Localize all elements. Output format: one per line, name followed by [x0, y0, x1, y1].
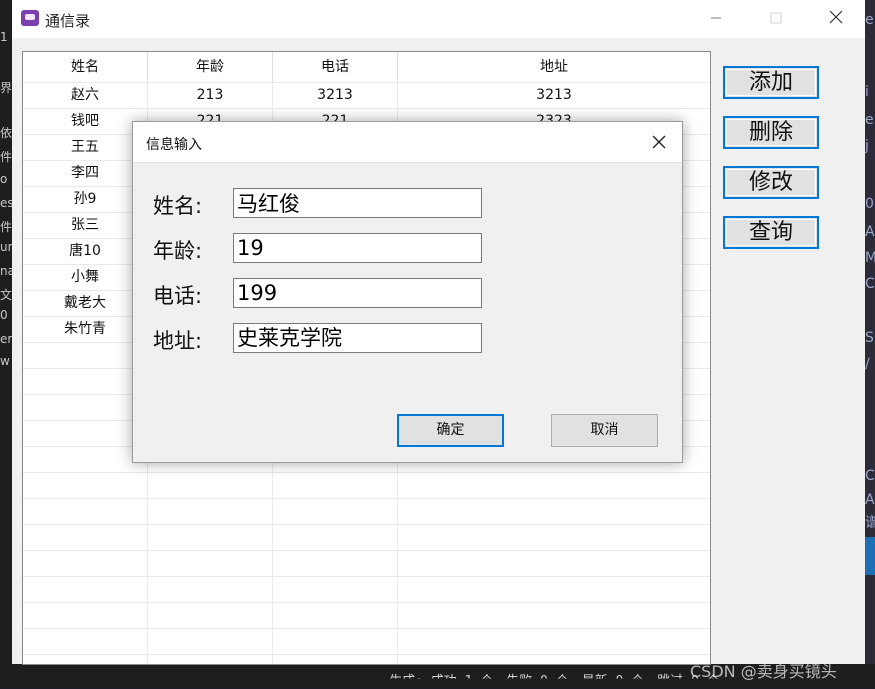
bg-fragment: er — [0, 332, 12, 346]
address-label: 地址: — [153, 329, 203, 353]
column-header-name[interactable]: 姓名 — [23, 54, 147, 80]
column-header-address[interactable]: 地址 — [398, 54, 710, 80]
bg-fragment: 0 — [0, 308, 8, 322]
bg-fragment: A — [865, 224, 875, 240]
edit-button[interactable]: 修改 — [723, 166, 819, 199]
minimize-button[interactable] — [693, 6, 739, 32]
title-bar: 通信录 — [12, 0, 865, 38]
info-input-dialog: 信息输入 姓名: 年龄: 电话: 地址: 史莱克学院 确定 取消 — [132, 121, 683, 463]
row-gridline — [23, 472, 710, 473]
query-button[interactable]: 查询 — [723, 216, 819, 249]
bg-fragment: 文 — [0, 288, 12, 302]
bg-fragment: na — [0, 264, 12, 278]
row-gridline — [23, 654, 710, 655]
row-gridline — [23, 524, 710, 525]
bg-accent-bar — [865, 537, 875, 575]
watermark: CSDN @卖身买镜头 — [690, 662, 837, 681]
bg-fragment: i — [865, 84, 869, 100]
close-icon — [652, 135, 666, 149]
table-cell: 小舞 — [71, 269, 99, 285]
bg-fragment: M — [865, 250, 875, 266]
delete-button[interactable]: 删除 — [723, 116, 819, 149]
minimize-icon — [711, 17, 721, 19]
dialog-title-bar: 信息输入 — [133, 122, 682, 163]
table-cell: 戴老大 — [64, 295, 106, 311]
bg-fragment: 谱 — [865, 515, 875, 531]
background-editor-left: 1 界 依 件 o es 件 ur na 文 0 er w — [0, 0, 12, 688]
bg-fragment: es — [0, 196, 12, 210]
maximize-icon — [770, 12, 782, 24]
dialog-close-button[interactable] — [643, 128, 675, 156]
bg-fragment: o — [0, 172, 8, 186]
table-cell: 朱竹青 — [64, 321, 106, 337]
background-editor-right: e i e j 0 A M C S / C A 谱 — [865, 0, 875, 688]
window-title: 通信录 — [45, 12, 91, 30]
bg-fragment: 件 — [0, 150, 12, 164]
table-cell: 李四 — [71, 165, 99, 181]
close-icon — [829, 10, 843, 24]
table-cell: 张三 — [71, 217, 99, 233]
table-cell: 213 — [196, 87, 224, 103]
maximize-button[interactable] — [753, 6, 799, 32]
cancel-button[interactable]: 取消 — [551, 414, 658, 447]
table-cell: 孙9 — [73, 191, 97, 207]
table-cell: 王五 — [71, 139, 99, 155]
bg-fragment: j — [865, 138, 869, 154]
bg-fragment: 1 — [0, 30, 8, 44]
bg-fragment: e — [865, 12, 874, 28]
table-cell: 赵六 — [71, 87, 99, 103]
dialog-title: 信息输入 — [146, 137, 202, 153]
bg-fragment: C — [865, 276, 875, 292]
table-cell: 唐10 — [69, 243, 101, 259]
row-gridline — [23, 498, 710, 499]
table-cell: 钱吧 — [71, 113, 99, 129]
age-label: 年龄: — [153, 239, 203, 263]
app-icon — [21, 10, 39, 26]
column-header-phone[interactable]: 电话 — [273, 54, 397, 80]
row-gridline — [23, 550, 710, 551]
table-row[interactable]: 赵六 213 3213 3213 — [23, 82, 710, 108]
name-field[interactable] — [233, 188, 482, 218]
row-gridline — [23, 576, 710, 577]
phone-field[interactable] — [233, 278, 482, 308]
bg-fragment: 依 — [0, 126, 12, 140]
name-label: 姓名: — [153, 194, 203, 218]
row-gridline — [23, 602, 710, 603]
bg-fragment: e — [865, 112, 874, 128]
row-gridline — [23, 628, 710, 629]
address-value: 史莱克学院 — [237, 326, 342, 350]
phone-label: 电话: — [153, 284, 203, 308]
bg-fragment: w — [0, 354, 10, 368]
bg-fragment: A — [865, 492, 875, 508]
column-header-age[interactable]: 年龄 — [148, 54, 272, 80]
add-button[interactable]: 添加 — [723, 66, 819, 99]
bg-fragment: S — [865, 330, 874, 346]
bg-fragment: C — [865, 468, 875, 484]
close-button[interactable] — [813, 6, 859, 32]
bg-fragment: / — [865, 356, 870, 372]
bg-fragment: 件 — [0, 220, 12, 234]
table-cell: 3213 — [317, 87, 353, 103]
age-field[interactable] — [233, 233, 482, 263]
bg-fragment: ur — [0, 240, 12, 254]
address-field[interactable]: 史莱克学院 — [233, 323, 482, 353]
bg-fragment: 0 — [865, 196, 874, 212]
bg-fragment: 界 — [0, 81, 12, 95]
ok-button[interactable]: 确定 — [397, 414, 504, 447]
table-cell: 3213 — [536, 87, 572, 103]
